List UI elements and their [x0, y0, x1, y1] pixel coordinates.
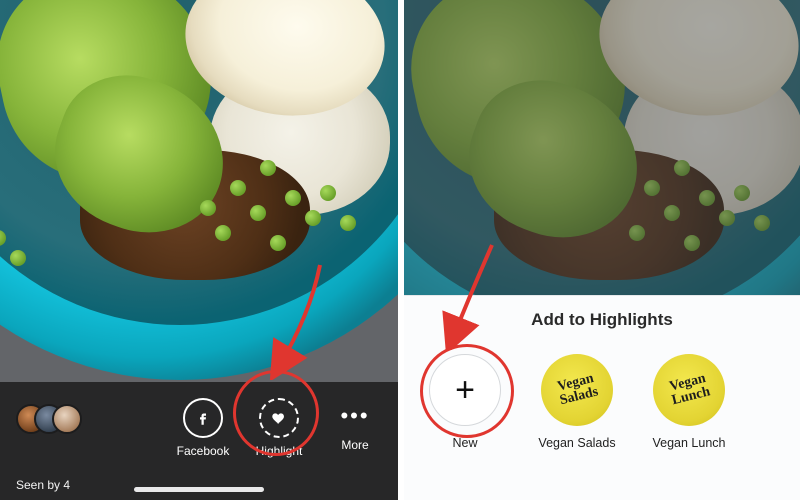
story-photo-dimmed	[404, 0, 800, 305]
more-button[interactable]: ••• More	[322, 398, 388, 452]
tutorial-two-panel: Seen by 4 Facebook Highlight ••• More	[0, 0, 800, 500]
facebook-icon	[183, 398, 223, 438]
plus-icon: +	[429, 354, 501, 426]
highlights-sheet: Add to Highlights + New VeganSalads Vega…	[404, 295, 800, 500]
more-dots-icon: •••	[322, 398, 388, 438]
add-to-highlights-panel: Add to Highlights + New VeganSalads Vega…	[404, 0, 800, 500]
viewers-button[interactable]: Seen by 4	[16, 404, 88, 492]
home-indicator	[134, 487, 264, 492]
share-facebook-button[interactable]: Facebook	[170, 398, 236, 458]
highlight-button[interactable]: Highlight	[246, 398, 312, 458]
highlight-item-vegan-salads[interactable]: VeganSalads Vegan Salads	[534, 354, 620, 450]
new-highlight-button[interactable]: + New	[422, 354, 508, 450]
avatar	[52, 404, 82, 434]
highlight-cover-icon: VeganLunch	[653, 354, 725, 426]
highlight-item-label: Vegan Salads	[534, 436, 620, 450]
share-facebook-label: Facebook	[170, 444, 236, 458]
story-view-panel: Seen by 4 Facebook Highlight ••• More	[0, 0, 398, 500]
viewers-avatar-stack	[16, 404, 88, 440]
highlight-label: Highlight	[246, 444, 312, 458]
sheet-title: Add to Highlights	[404, 310, 800, 330]
highlight-item-vegan-lunch[interactable]: VeganLunch Vegan Lunch	[646, 354, 732, 450]
new-highlight-label: New	[422, 436, 508, 450]
story-bottom-toolbar: Seen by 4 Facebook Highlight ••• More	[0, 382, 398, 500]
highlight-cover-icon: VeganSalads	[541, 354, 613, 426]
more-label: More	[322, 438, 388, 452]
viewers-count-label: Seen by 4	[16, 478, 88, 492]
highlight-heart-icon	[259, 398, 299, 438]
highlight-item-label: Vegan Lunch	[646, 436, 732, 450]
highlights-row: + New VeganSalads Vegan Salads VeganLunc…	[422, 354, 732, 450]
